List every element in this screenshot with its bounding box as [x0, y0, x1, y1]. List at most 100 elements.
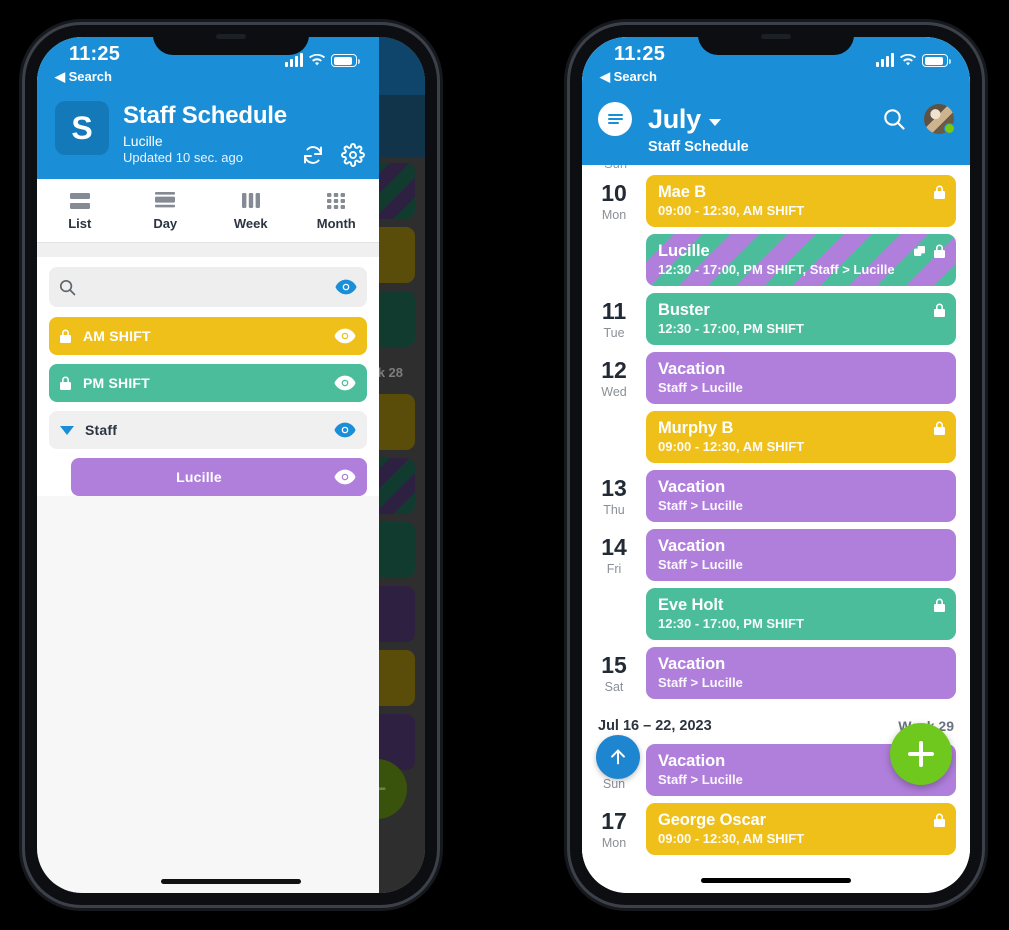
day-date: 10 Mon	[582, 175, 646, 223]
search-icon[interactable]	[882, 107, 906, 131]
event-title: Vacation	[658, 537, 726, 555]
eye-icon[interactable]	[334, 469, 356, 485]
day-date: 11 Tue	[582, 293, 646, 341]
lock-icon	[60, 329, 71, 343]
day-number: 15	[601, 652, 627, 678]
lock-icon	[934, 303, 945, 317]
event-title: George Oscar	[658, 811, 766, 829]
phone-notch	[153, 25, 309, 55]
lock-icon	[934, 185, 945, 199]
event-subtitle: Staff > Lucille	[658, 498, 743, 513]
hamburger-menu-icon[interactable]	[598, 102, 632, 136]
scroll-to-top-button[interactable]	[596, 735, 640, 779]
day-number: 10	[601, 180, 627, 206]
tab-list[interactable]: List	[37, 191, 123, 231]
lock-icon	[934, 185, 945, 199]
home-indicator	[161, 879, 301, 884]
filter-label: PM SHIFT	[83, 375, 150, 391]
event-subtitle: 12:30 - 17:00, PM SHIFT	[658, 616, 804, 631]
lock-icon	[934, 813, 945, 827]
schedule-event[interactable]: Eve Holt 12:30 - 17:00, PM SHIFT	[646, 588, 956, 640]
event-subtitle: 12:30 - 17:00, PM SHIFT, Staff > Lucille	[658, 262, 895, 277]
day-date: 12 Wed	[582, 352, 646, 400]
list-view-icon	[37, 191, 123, 211]
filter-row-pm-shift[interactable]: PM SHIFT	[49, 364, 367, 402]
back-to-search-link[interactable]: ◀ Search	[600, 69, 657, 85]
search-input[interactable]	[84, 279, 335, 295]
week-view-icon	[208, 191, 294, 211]
lock-icon	[934, 598, 945, 612]
day-number: 12	[601, 357, 627, 383]
search-icon	[59, 279, 76, 296]
day-weekday: Fri	[606, 562, 622, 576]
calendar-header: July Staff Schedule	[582, 95, 970, 165]
chevron-down-icon[interactable]	[708, 118, 721, 126]
schedule-day-row: 15 Sat Vacation Staff > Lucille	[582, 647, 970, 706]
day-number: 17	[601, 808, 627, 834]
schedule-event[interactable]: Vacation Staff > Lucille	[646, 470, 956, 522]
event-subtitle: 12:30 - 17:00, PM SHIFT	[658, 321, 804, 336]
schedule-event[interactable]: Lucille 12:30 - 17:00, PM SHIFT, Staff > …	[646, 234, 956, 286]
day-date: 13 Thu	[582, 470, 646, 518]
day-events: Vacation Staff > Lucille	[646, 647, 956, 706]
phone-left-screen: k 28 + 11:25 ◀ Search	[37, 37, 425, 893]
day-weekday: Sun	[602, 777, 626, 791]
tab-day-label: Day	[153, 215, 178, 231]
status-time: 11:25	[614, 43, 666, 65]
day-weekday: Mon	[601, 836, 627, 850]
lock-icon	[934, 244, 945, 258]
tab-week[interactable]: Week	[208, 191, 294, 231]
wifi-icon	[309, 54, 325, 67]
current-month[interactable]: July	[648, 104, 701, 135]
day-date: 17 Mon	[582, 803, 646, 851]
schedule-event[interactable]: Vacation Staff > Lucille	[646, 647, 956, 699]
filter-label: Staff	[85, 422, 118, 438]
filter-panel: 11:25 ◀ Search S Staff Schedule Lucille …	[37, 37, 379, 893]
filter-row-staff-group[interactable]: Staff	[49, 411, 367, 449]
phone-right-screen: 11:25 ◀ Search July Staff Schedule 10 Mo…	[582, 37, 970, 893]
event-title: Buster	[658, 301, 710, 319]
caret-down-icon[interactable]	[60, 425, 74, 435]
schedule-event[interactable]: Vacation Staff > Lucille	[646, 352, 956, 404]
tab-day[interactable]: Day	[123, 191, 209, 231]
home-indicator	[701, 878, 851, 883]
cellular-signal-icon	[876, 53, 894, 67]
filter-row-am-shift[interactable]: AM SHIFT	[49, 317, 367, 355]
day-view-icon	[123, 191, 209, 211]
schedule-day-row: 17 Mon George Oscar 09:00 - 12:30, AM SHIFT	[582, 803, 970, 862]
wifi-icon	[900, 54, 916, 67]
sync-icon[interactable]	[301, 143, 325, 167]
copy-icon	[914, 245, 926, 257]
eye-icon[interactable]	[334, 422, 356, 438]
day-events: Mae B 09:00 - 12:30, AM SHIFT Lucille 12:30…	[646, 175, 956, 293]
eye-icon[interactable]	[334, 375, 356, 391]
panel-divider	[37, 243, 379, 257]
event-subtitle: 09:00 - 12:30, AM SHIFT	[658, 203, 805, 218]
tab-month-label: Month	[316, 215, 356, 231]
avatar[interactable]	[924, 104, 955, 134]
gear-icon[interactable]	[341, 143, 365, 167]
event-subtitle: 09:00 - 12:30, AM SHIFT	[658, 831, 805, 846]
lock-icon	[934, 303, 945, 317]
week-range: Jul 16 – 22, 2023	[598, 718, 712, 734]
schedule-event[interactable]: Buster 12:30 - 17:00, PM SHIFT	[646, 293, 956, 345]
schedule-list[interactable]: Sun 10 Mon Mae B 09:00 - 12:30, AM SHIFT Luc…	[582, 165, 970, 869]
eye-icon[interactable]	[334, 328, 356, 344]
event-subtitle: Staff > Lucille	[658, 557, 743, 572]
lock-icon	[934, 813, 945, 827]
add-event-button[interactable]	[890, 723, 952, 785]
eye-icon[interactable]	[335, 279, 357, 295]
filter-row-lucille[interactable]: Lucille	[71, 458, 367, 496]
lock-icon	[934, 421, 945, 435]
schedule-event[interactable]: Vacation Staff > Lucille	[646, 529, 956, 581]
day-weekday: Mon	[601, 208, 627, 222]
back-to-search-link[interactable]: ◀ Search	[55, 69, 112, 85]
schedule-event[interactable]: Mae B 09:00 - 12:30, AM SHIFT	[646, 175, 956, 227]
filter-label: Lucille	[176, 469, 222, 485]
schedule-event[interactable]: Murphy B 09:00 - 12:30, AM SHIFT	[646, 411, 956, 463]
schedule-event[interactable]: George Oscar 09:00 - 12:30, AM SHIFT	[646, 803, 956, 855]
tab-month[interactable]: Month	[294, 191, 380, 231]
day-number: 13	[601, 475, 627, 501]
search-row[interactable]	[49, 267, 367, 307]
screenshot-stage: k 28 + 11:25 ◀ Search	[0, 0, 1009, 930]
